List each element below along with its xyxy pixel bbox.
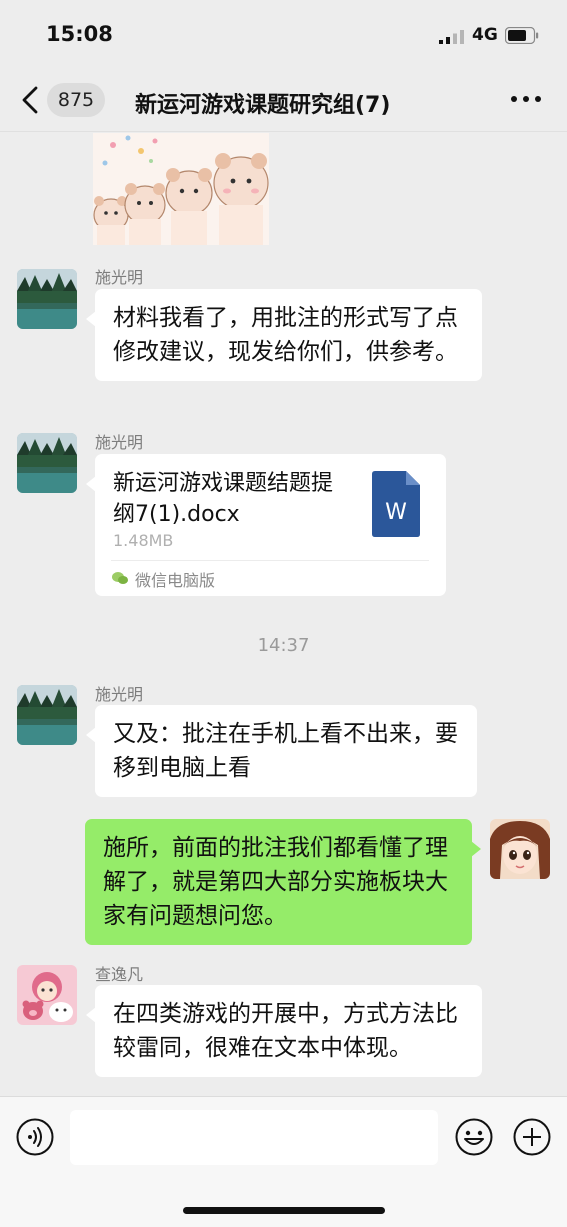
- divider: [111, 560, 429, 561]
- message-input[interactable]: [70, 1110, 438, 1165]
- file-source-label: 微信电脑版: [135, 571, 216, 590]
- sender-name: 查逸凡: [95, 965, 144, 984]
- network-type: 4G: [472, 25, 498, 45]
- sender-name: 施光明: [95, 685, 144, 704]
- message-list[interactable]: 施光明 材料我看了，用批注的形式写了点修改建议，现发给你们，供参考。 施光明 新…: [0, 133, 567, 1096]
- more-icon[interactable]: [510, 94, 542, 104]
- battery-icon: [505, 27, 539, 44]
- avatar-cartoon-bear[interactable]: [17, 965, 77, 1025]
- plus-icon[interactable]: [513, 1118, 551, 1156]
- word-file-letter: W: [385, 500, 407, 525]
- chat-title[interactable]: 新运河游戏课题研究组(7): [135, 87, 390, 119]
- message-bubble[interactable]: 材料我看了，用批注的形式写了点修改建议，现发给你们，供参考。: [86, 289, 482, 381]
- voice-icon[interactable]: [16, 1118, 54, 1156]
- cell-signal-icon: [439, 30, 464, 44]
- file-size: 1.48MB: [113, 531, 174, 550]
- file-name: 新运河游戏课题结题提纲7(1).docx: [113, 471, 334, 527]
- message-bubble[interactable]: 又及：批注在手机上看不出来，要移到电脑上看: [86, 705, 477, 797]
- avatar-forest[interactable]: [17, 269, 77, 329]
- avatar-self[interactable]: [490, 819, 550, 879]
- message-bubble[interactable]: 在四类游戏的开展中，方式方法比较雷同，很难在文本中体现。: [86, 985, 482, 1077]
- emoji-icon[interactable]: [455, 1118, 493, 1156]
- wechat-pc-icon: [112, 572, 128, 584]
- status-bar: 15:08 4G: [0, 0, 567, 66]
- avatar-forest[interactable]: [17, 685, 77, 745]
- word-file-icon: W: [372, 471, 420, 537]
- sender-name: 施光明: [95, 268, 144, 287]
- file-message-card[interactable]: 新运河游戏课题结题提纲7(1).docx 1.48MB W 微信电脑版: [86, 454, 446, 596]
- home-indicator: [183, 1207, 385, 1214]
- unread-count-badge[interactable]: 875: [47, 83, 105, 117]
- hamster-sticker-image[interactable]: [93, 133, 269, 245]
- chat-timestamp: 14:37: [257, 635, 310, 656]
- chat-input-bar: [0, 1096, 567, 1227]
- back-chevron-icon[interactable]: [20, 86, 42, 114]
- my-message-bubble[interactable]: 施所，前面的批注我们都看懂了理解了，就是第四大部分实施板块大家有问题想问您。: [85, 819, 481, 945]
- chat-header: 875 新运河游戏课题研究组(7): [0, 66, 567, 132]
- sender-name: 施光明: [95, 433, 144, 452]
- status-time: 15:08: [46, 22, 113, 46]
- avatar-forest[interactable]: [17, 433, 77, 493]
